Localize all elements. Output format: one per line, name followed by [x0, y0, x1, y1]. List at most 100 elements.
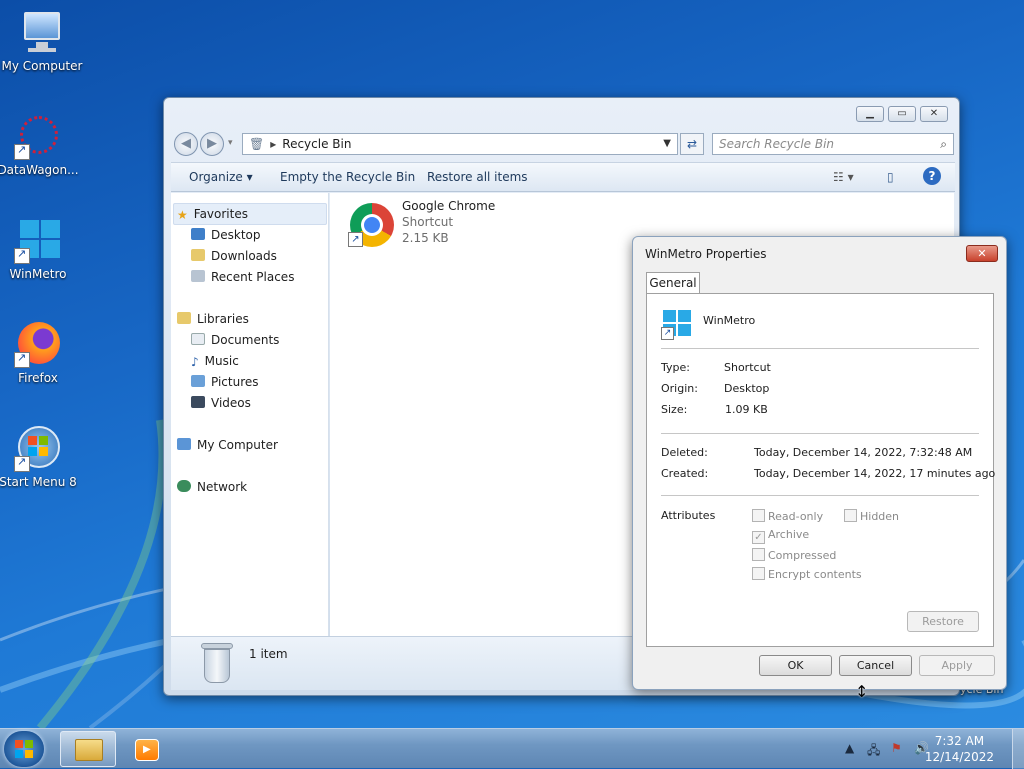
downloads-folder-icon [191, 249, 205, 261]
clock-time: 7:32 AM [934, 734, 985, 748]
nav-favorites[interactable]: ★ Favorites [177, 204, 248, 224]
hidden-checkbox[interactable]: Hidden [844, 509, 899, 523]
file-name: Google Chrome [402, 199, 496, 213]
videos-icon [191, 396, 205, 408]
restore-all-items-button[interactable]: Restore all items [427, 170, 528, 184]
nav-downloads[interactable]: Downloads [191, 246, 277, 266]
compressed-checkbox[interactable]: Compressed [752, 548, 836, 562]
general-tab-panel: ↗ WinMetro Type: Shortcut Origin: Deskto… [646, 293, 996, 647]
ok-button[interactable]: OK [759, 655, 832, 676]
apply-button[interactable]: Apply [919, 655, 995, 676]
folder-icon [75, 739, 103, 761]
origin-label: Origin: [661, 382, 698, 395]
libraries-icon [177, 312, 191, 324]
taskbar: ▶ ▲ 🖧 ⚑ 🔊 7:32 AM 12/14/2022 [0, 728, 1024, 769]
separator [661, 433, 979, 434]
command-bar: Organize ▾ Empty the Recycle Bin Restore… [171, 162, 955, 192]
windows-logo-icon [15, 740, 23, 748]
show-desktop-button[interactable] [1012, 729, 1024, 769]
origin-value: Desktop [724, 382, 770, 395]
cancel-button[interactable]: Cancel [839, 655, 912, 676]
separator [661, 348, 979, 349]
tab-general[interactable]: General [646, 272, 700, 294]
music-icon: ♪ [191, 355, 199, 369]
file-item[interactable]: ↗ Google Chrome Shortcut 2.15 KB [340, 197, 540, 249]
winmetro-icon: ↗ [661, 308, 693, 340]
nav-network[interactable]: Network [177, 477, 247, 497]
pictures-icon [191, 375, 205, 387]
search-icon: ⌕ [940, 137, 947, 151]
desktop-icon-winmetro[interactable]: WinMetro [0, 216, 80, 281]
windows-orb-icon [14, 424, 62, 472]
taskbar-media-player-button[interactable]: ▶ [120, 731, 176, 767]
size-label: Size: [661, 403, 688, 416]
star-icon: ★ [177, 208, 188, 222]
refresh-button[interactable]: ⇄ [680, 133, 704, 155]
deleted-value: Today, December 14, 2022, 7:32:48 AM [754, 446, 973, 459]
taskbar-explorer-button[interactable] [60, 731, 116, 767]
clock-date: 12/14/2022 [924, 750, 994, 764]
dialog-close-button[interactable]: ✕ [966, 245, 998, 262]
preview-pane-icon[interactable]: ▯ [887, 170, 894, 184]
desktop-icon-datawagon[interactable]: DataWagon... [0, 112, 80, 177]
search-input[interactable]: Search Recycle Bin ⌕ [712, 133, 954, 155]
separator [661, 495, 979, 496]
desktop-icon-firefox[interactable]: Firefox [0, 320, 80, 385]
back-button[interactable]: ◀ [174, 132, 198, 156]
nav-pictures[interactable]: Pictures [191, 372, 259, 392]
shortcut-arrow-icon [14, 247, 30, 264]
computer-icon [177, 438, 191, 450]
created-label: Created: [661, 467, 709, 480]
change-view-icon[interactable]: ☷ ▾ [833, 170, 854, 184]
nav-libraries[interactable]: Libraries [177, 309, 249, 329]
file-size: 2.15 KB [402, 231, 449, 245]
nav-music[interactable]: ♪ Music [191, 351, 239, 371]
nav-documents[interactable]: Documents [191, 330, 279, 350]
show-hidden-icons-icon[interactable]: ▲ [845, 741, 854, 755]
type-label: Type: [661, 361, 690, 374]
created-value: Today, December 14, 2022, 17 minutes ago [754, 467, 996, 480]
organize-button[interactable]: Organize ▾ [189, 170, 253, 184]
resize-cursor-icon: ↕ [855, 682, 869, 701]
shortcut-arrow-icon [14, 351, 30, 368]
chrome-icon: ↗ [348, 201, 394, 247]
network-status-icon[interactable]: 🖧 [867, 741, 880, 762]
encrypt-checkbox[interactable]: Encrypt contents [752, 567, 862, 581]
datawagon-icon [14, 112, 62, 160]
recycle-bin-icon [201, 643, 233, 683]
shortcut-arrow-icon [14, 143, 30, 160]
address-text: Recycle Bin [282, 137, 352, 151]
restore-button[interactable]: Restore [907, 611, 979, 632]
type-value: Shortcut [724, 361, 771, 374]
recent-pages-chevron-icon[interactable]: ▾ [228, 138, 233, 148]
desktop-icon-start-menu-8[interactable]: Start Menu 8 [0, 424, 80, 489]
help-icon[interactable]: ? [923, 167, 941, 185]
nav-my-computer[interactable]: My Computer [177, 435, 278, 455]
start-button[interactable] [4, 731, 44, 767]
shortcut-arrow-icon: ↗ [348, 232, 363, 247]
file-type: Shortcut [402, 215, 454, 229]
nav-videos[interactable]: Videos [191, 393, 251, 413]
deleted-label: Deleted: [661, 446, 708, 459]
nav-desktop[interactable]: Desktop [191, 225, 261, 245]
forward-button[interactable]: ▶ [200, 132, 224, 156]
recent-places-icon [191, 270, 205, 282]
network-icon [177, 480, 191, 492]
winmetro-icon [14, 216, 62, 264]
maximize-button[interactable]: ▭ [888, 106, 916, 122]
readonly-checkbox[interactable]: Read-only [752, 509, 823, 523]
shortcut-arrow-icon [14, 455, 30, 472]
nav-recent-places[interactable]: Recent Places [191, 267, 294, 287]
address-dropdown-icon[interactable]: ▼ [663, 134, 671, 154]
action-center-icon[interactable]: ⚑ [891, 741, 902, 755]
address-bar[interactable]: 🗑 ▸ Recycle Bin ▼ [242, 133, 678, 155]
archive-checkbox[interactable]: ✓ Archive [752, 528, 809, 544]
desktop-icon-my-computer[interactable]: My Computer [0, 8, 84, 73]
navigation-bar: ◀ ▶ ▾ 🗑 ▸ Recycle Bin ▼ ⇄ Search Recycle B… [172, 132, 954, 158]
navigation-pane: ★ Favorites Desktop Downloads Recent Plac… [171, 193, 329, 636]
clock[interactable]: 7:32 AM 12/14/2022 [925, 733, 994, 765]
minimize-button[interactable]: ▁ [856, 106, 884, 122]
empty-recycle-bin-button[interactable]: Empty the Recycle Bin [280, 170, 415, 184]
size-value: 1.09 KB [725, 403, 768, 416]
close-button[interactable]: ✕ [920, 106, 948, 122]
